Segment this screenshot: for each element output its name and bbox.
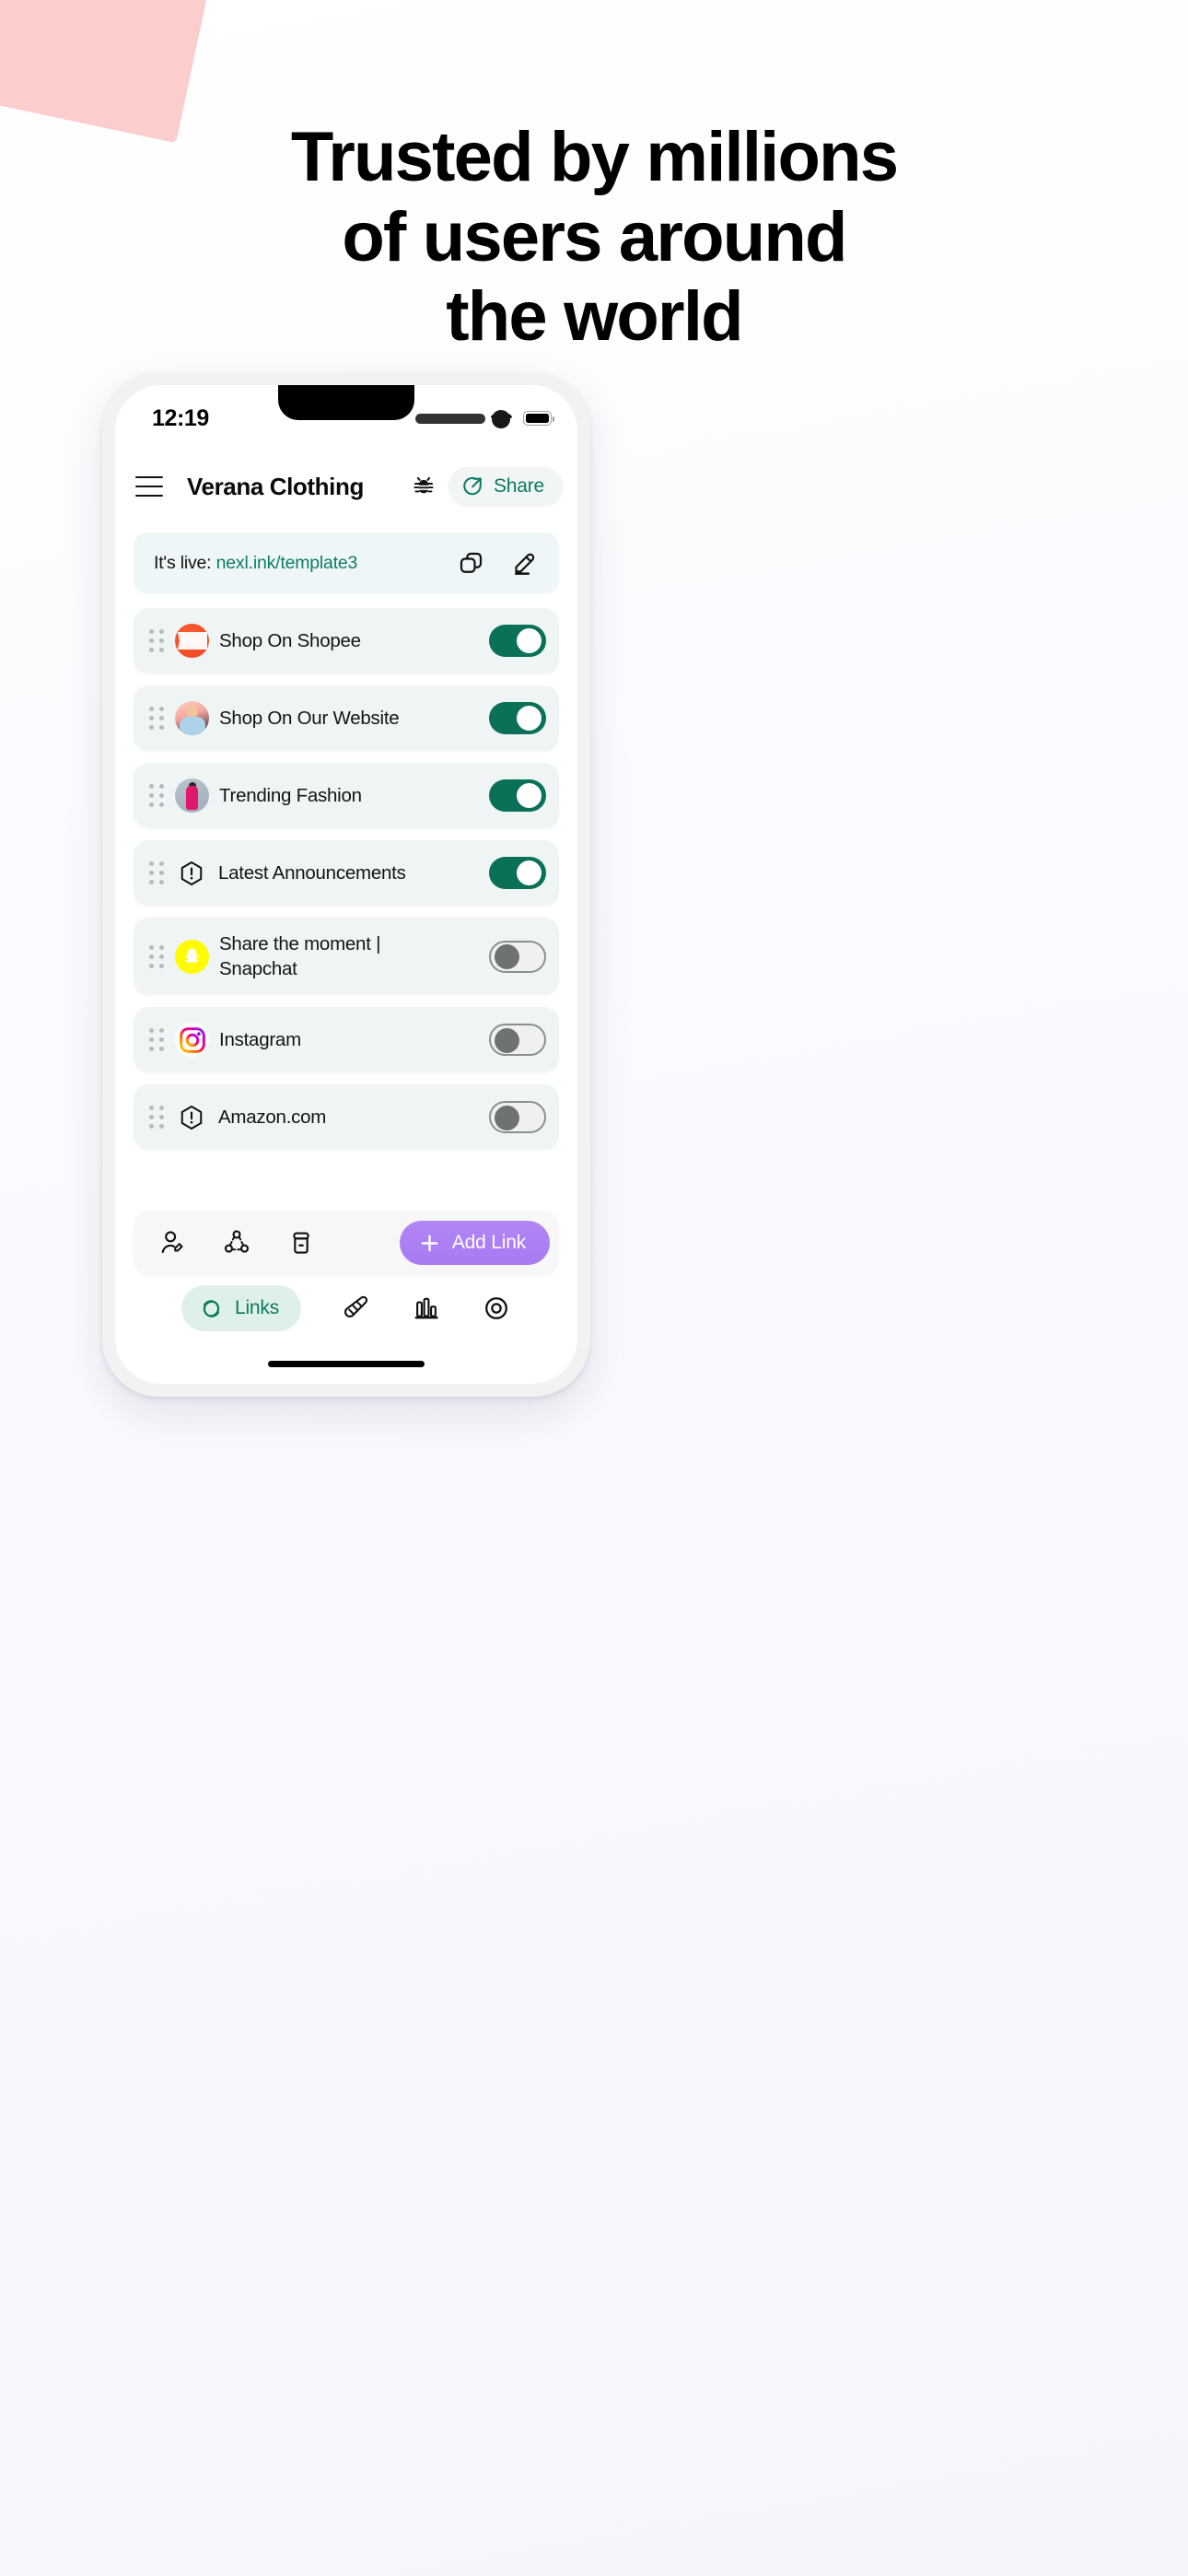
- phone-notch: [278, 385, 414, 420]
- snapchat-ghost-icon: [185, 948, 199, 963]
- copy-icon[interactable]: [458, 549, 485, 577]
- table-row[interactable]: Amazon.com: [134, 1084, 559, 1150]
- list-item-label: Shop On Our Website: [219, 707, 400, 729]
- eye-target-icon[interactable]: [482, 1294, 511, 1323]
- snapchat-logo-icon: [175, 939, 209, 974]
- status-time: 12:19: [152, 404, 209, 431]
- drag-handle-icon[interactable]: [149, 944, 164, 968]
- list-item-label: Amazon.com: [218, 1106, 327, 1128]
- website-photo-icon: [175, 701, 209, 735]
- live-prefix: It's live:: [154, 552, 212, 573]
- headline-line-2: of users around: [342, 197, 847, 276]
- link-toggle[interactable]: [489, 625, 546, 657]
- fashion-photo-icon: [175, 779, 209, 813]
- shopee-logo-icon: Shop: [175, 624, 209, 658]
- chain-links-icon: [203, 1299, 220, 1317]
- table-row[interactable]: Shop Shop On Shopee: [134, 608, 559, 673]
- list-item-label-line1: Share the moment |: [219, 932, 381, 954]
- bar-chart-icon[interactable]: [412, 1294, 441, 1323]
- table-row[interactable]: Trending Fashion: [134, 763, 559, 828]
- app-title: Verana Clothing: [187, 472, 364, 500]
- drag-handle-icon[interactable]: [149, 1106, 164, 1129]
- alert-hexagon-icon: [181, 1105, 203, 1130]
- drag-handle-icon[interactable]: [149, 784, 164, 807]
- link-toggle[interactable]: [489, 940, 546, 973]
- live-url-banner: It's live: nexl.ink/template3: [134, 533, 559, 593]
- drag-handle-icon[interactable]: [149, 1028, 164, 1051]
- phone-mockup-frame: 12:19 Verana Clothing Share It's live: n…: [102, 372, 590, 1397]
- list-item-label: Shop On Shopee: [219, 629, 361, 651]
- list-item-label: Share the moment | Snapchat: [219, 931, 489, 981]
- banner-actions: [458, 549, 539, 577]
- instagram-logo-icon: [175, 1023, 209, 1057]
- app-header: Verana Clothing Share: [115, 457, 577, 516]
- archive-box-icon[interactable]: [286, 1228, 316, 1258]
- dynamic-island-speaker: [415, 414, 485, 424]
- home-indicator: [268, 1361, 425, 1367]
- list-item-label: Trending Fashion: [219, 784, 362, 806]
- paintbrush-icon[interactable]: [342, 1294, 371, 1323]
- headline-line-3: the world: [446, 277, 743, 357]
- share-button-label: Share: [493, 475, 544, 497]
- live-url-link[interactable]: nexl.ink/template3: [216, 553, 358, 573]
- table-row[interactable]: Instagram: [134, 1007, 559, 1072]
- dynamic-island-camera: [492, 410, 510, 428]
- drag-handle-icon[interactable]: [149, 629, 164, 652]
- link-toggle[interactable]: [489, 857, 546, 889]
- drag-handle-icon[interactable]: [149, 707, 164, 730]
- hamburger-menu-icon[interactable]: [135, 476, 163, 497]
- page-title: Trusted by millions of users around the …: [0, 118, 1188, 357]
- plus-icon: [421, 1235, 438, 1251]
- table-row[interactable]: Share the moment | Snapchat: [134, 918, 559, 995]
- share-button[interactable]: Share: [448, 467, 563, 506]
- link-list: Shop Shop On Shopee Shop On Our Website: [134, 608, 559, 1162]
- link-toggle[interactable]: [489, 702, 546, 734]
- share-arrow-icon: [463, 476, 482, 496]
- add-link-label: Add Link: [451, 1232, 526, 1253]
- list-item-label: Instagram: [219, 1028, 301, 1050]
- edit-profile-icon[interactable]: [157, 1228, 187, 1258]
- list-item-label-line2: Snapchat: [219, 958, 297, 979]
- battery-icon: [523, 411, 555, 426]
- pencil-edit-icon[interactable]: [511, 549, 539, 577]
- link-toggle[interactable]: [489, 779, 546, 812]
- drag-handle-icon[interactable]: [149, 861, 164, 884]
- action-toolbar: Add Link: [134, 1211, 559, 1275]
- instagram-glyph-icon: [179, 1026, 205, 1053]
- live-url-text: It's live: nexl.ink/template3: [154, 553, 458, 574]
- link-toggle[interactable]: [489, 1101, 546, 1133]
- table-row[interactable]: Shop On Our Website: [134, 685, 559, 751]
- bug-icon[interactable]: [412, 474, 436, 498]
- alert-hexagon-icon: [181, 861, 203, 885]
- add-link-button[interactable]: Add Link: [399, 1221, 550, 1265]
- headline-line-1: Trusted by millions: [290, 118, 899, 196]
- table-row[interactable]: Latest Announcements: [134, 840, 559, 906]
- bottom-tab-bar: Links: [115, 1281, 577, 1336]
- link-toggle[interactable]: [489, 1024, 546, 1056]
- tab-links-label: Links: [234, 1297, 280, 1318]
- phone-screen: 12:19 Verana Clothing Share It's live: n…: [115, 385, 577, 1384]
- list-item-label: Latest Announcements: [218, 861, 406, 884]
- share-network-icon[interactable]: [222, 1228, 251, 1258]
- tab-links[interactable]: Links: [181, 1285, 302, 1331]
